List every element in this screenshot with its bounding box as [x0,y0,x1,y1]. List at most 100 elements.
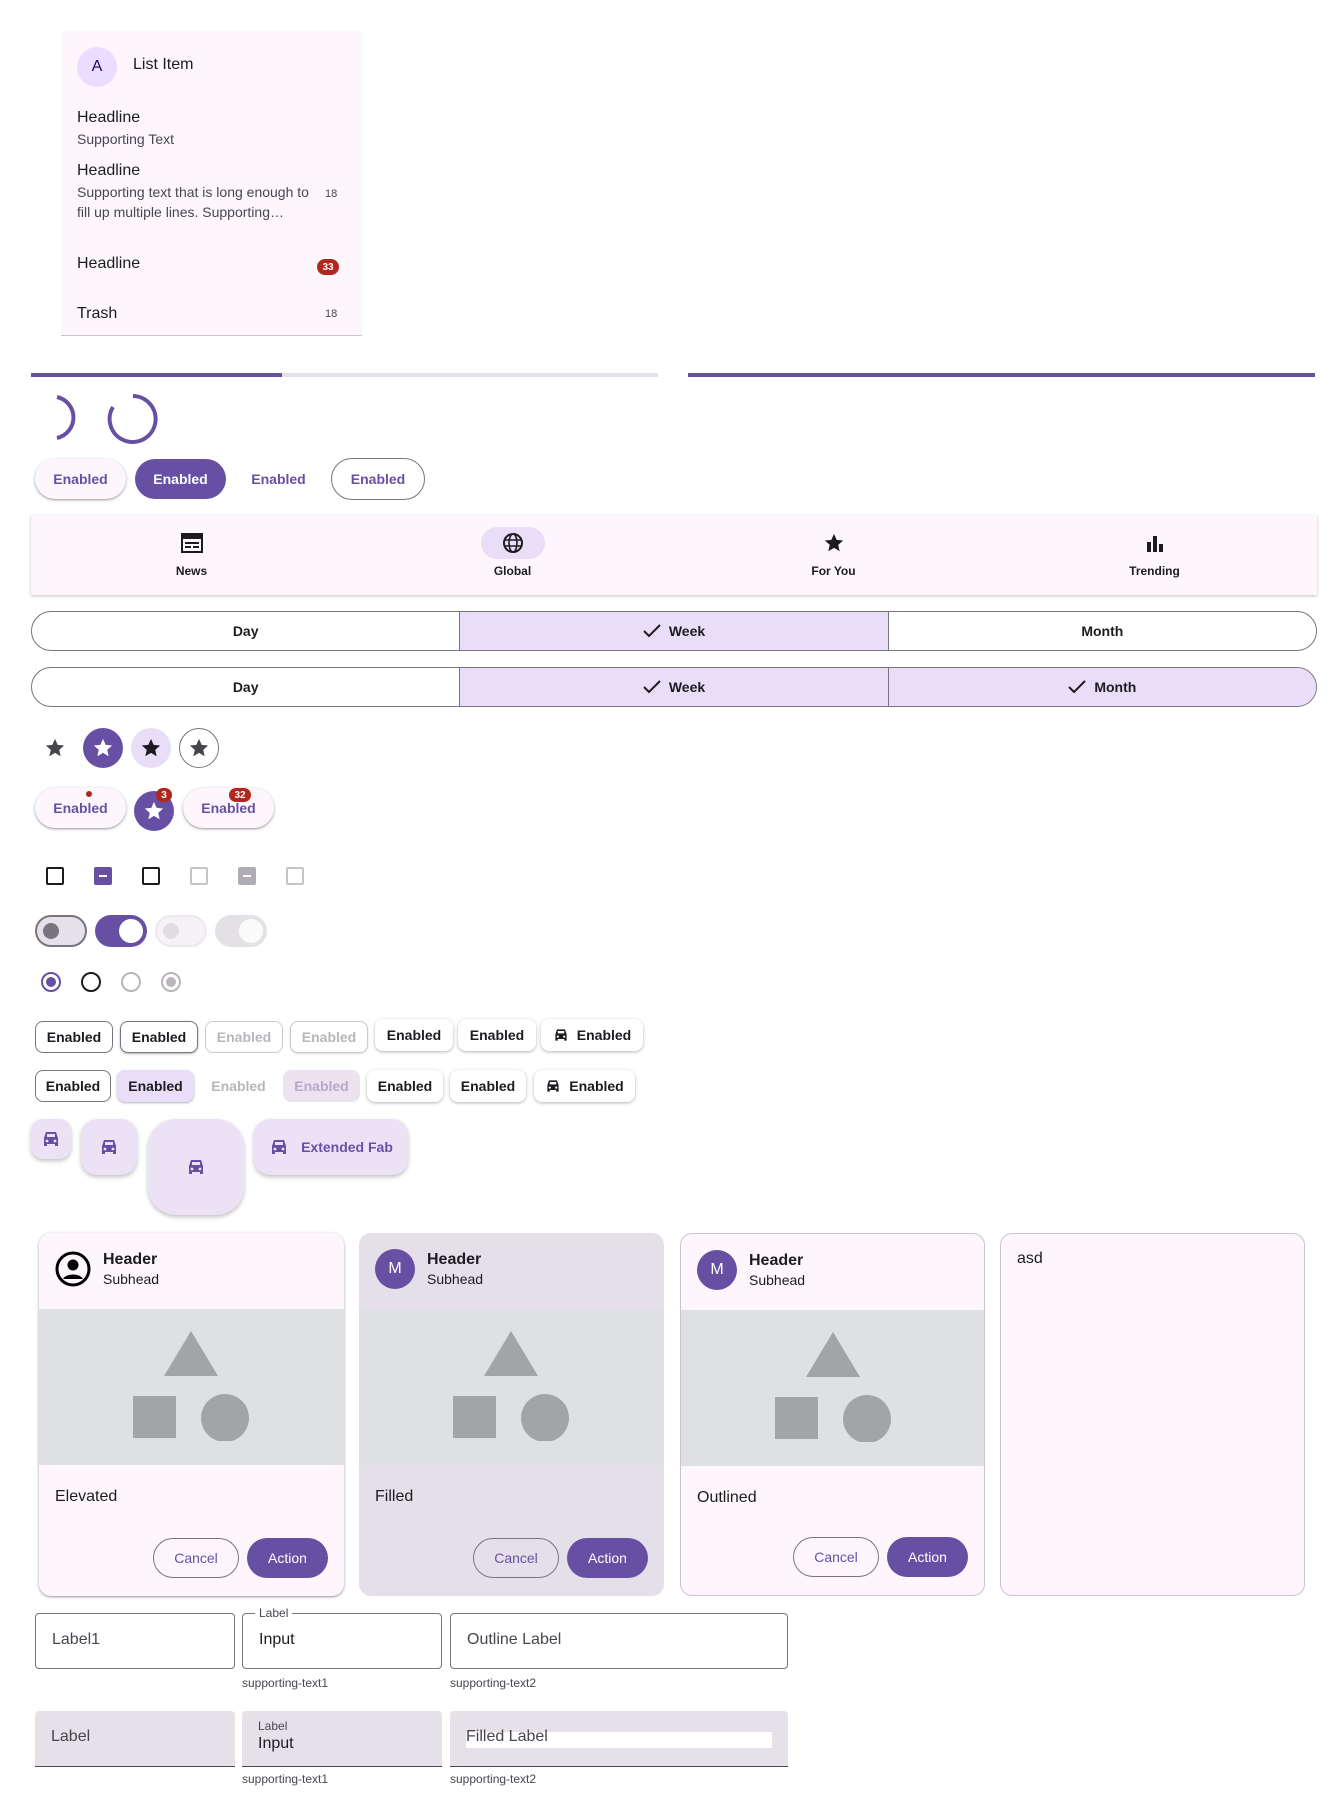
list-item[interactable]: A List Item [61,31,362,103]
action-button[interactable]: Action [247,1538,328,1578]
outlined-card[interactable]: M Header Subhead Outlined Cancel Action [680,1233,985,1596]
placeholder-shapes-icon [775,1332,891,1442]
segment-week[interactable]: Week [460,668,889,706]
segmented-button-single: Day Week Month [31,611,1317,651]
star-filled-icon-button[interactable] [83,728,123,768]
checkbox[interactable] [142,867,160,885]
nav-item-for-you[interactable]: For You [673,515,994,595]
segment-label: Day [232,679,259,695]
segment-month[interactable]: Month [888,668,1316,706]
checkbox-disabled [190,867,208,885]
outlined-text-field[interactable]: Label1 [35,1613,235,1669]
star-tonal-icon-button[interactable] [131,728,171,768]
elevated-card[interactable]: Header Subhead Elevated Cancel Action [39,1233,344,1596]
text-button[interactable]: Enabled [233,459,324,499]
star-outlined-icon-button[interactable] [179,728,219,768]
fab[interactable] [81,1119,137,1175]
check-icon [643,680,661,694]
card-media [681,1310,984,1466]
circular-progress [107,394,158,444]
star-icon [824,533,843,552]
elevated-filter-chip-with-icon[interactable]: Enabled [534,1070,635,1102]
extended-fab[interactable]: Extended Fab [254,1119,408,1175]
list-item-headline: Trash [77,305,118,322]
filter-chip[interactable]: Enabled [35,1070,111,1102]
nav-label: Global [493,564,532,578]
action-button[interactable]: Action [887,1537,968,1577]
switch-off-disabled [155,915,207,947]
filled-text-field[interactable]: Label [35,1711,235,1767]
linear-progress [31,373,658,377]
badge: 33 [317,259,339,275]
list-item[interactable]: Trash 18 [61,302,362,336]
text-field-value: Input [258,1735,294,1752]
elevated-chip[interactable]: Enabled [458,1019,536,1051]
outlined-text-field[interactable]: Label Input [242,1606,442,1669]
segment-label: Week [668,623,706,639]
nav-indicator [160,527,224,559]
filled-text-field[interactable]: Filled Label [450,1711,788,1767]
segment-month[interactable]: Month [889,612,1316,650]
switch-on-disabled [215,915,267,947]
star-icon [45,738,65,757]
list-item[interactable]: Headline Supporting text that is long en… [61,158,362,246]
assist-chip[interactable]: Enabled [120,1021,198,1053]
assist-chip[interactable]: Enabled [35,1021,113,1053]
nav-label: News [175,564,208,578]
linear-progress [688,373,1315,377]
taxi-icon [272,1140,287,1154]
filled-text-field[interactable]: Label Input [242,1711,442,1767]
nav-item-trending[interactable]: Trending [994,515,1315,595]
switch-on[interactable] [95,915,147,947]
taxi-icon [555,1029,567,1041]
elevated-chip-with-icon[interactable]: Enabled [541,1019,643,1051]
checkbox-indeterminate-disabled [238,867,256,885]
radio[interactable] [81,972,101,992]
checkbox-indeterminate[interactable] [94,867,112,885]
small-fab[interactable] [31,1119,71,1159]
star-icon [141,738,161,757]
badged-elevated-button[interactable]: Enabled [35,788,126,828]
text-card[interactable]: asd [1000,1233,1305,1596]
cancel-button[interactable]: Cancel [793,1537,879,1577]
action-button[interactable]: Action [567,1538,648,1578]
elevated-filter-chip[interactable]: Enabled [367,1070,443,1102]
cancel-button[interactable]: Cancel [153,1538,239,1578]
cancel-button[interactable]: Cancel [473,1538,559,1578]
supporting-text: supporting-text1 [242,1772,329,1786]
list-item[interactable]: Headline 33 [61,246,362,302]
segment-day[interactable]: Day [32,612,461,650]
card-body: Outlined [697,1489,757,1506]
large-fab[interactable] [148,1119,244,1215]
outlined-text-field[interactable]: Outline Label [450,1613,788,1669]
star-icon-button[interactable] [35,728,75,768]
checkbox-disabled [286,867,304,885]
filter-chip-selected[interactable]: Enabled [117,1070,194,1102]
card-media [39,1309,344,1465]
nav-item-news[interactable]: News [31,515,352,595]
checkbox[interactable] [46,867,64,885]
placeholder-shapes-icon [133,1331,249,1441]
badge: 32 [229,788,251,802]
star-icon [144,801,164,820]
outlined-button[interactable]: Enabled [331,458,425,500]
elevated-filter-chip[interactable]: Enabled [450,1070,526,1102]
card-media [359,1309,664,1465]
newspaper-icon [180,533,203,553]
filled-button[interactable]: Enabled [135,459,226,499]
switch-off[interactable] [35,915,87,947]
radio-selected[interactable] [41,972,61,992]
filled-card[interactable]: M Header Subhead Filled Cancel Action [359,1233,664,1596]
elevated-button[interactable]: Enabled [35,459,126,499]
list-item[interactable]: Headline Supporting Text [61,103,362,159]
list-item-supporting: Supporting text that is long enough to f… [77,184,309,220]
taxi-icon [189,1160,203,1174]
elevated-chip[interactable]: Enabled [375,1019,453,1051]
text-field-label: Label1 [52,1631,101,1648]
segment-day[interactable]: Day [32,668,461,706]
segment-week[interactable]: Week [460,612,889,650]
extended-fab-label: Extended Fab [301,1139,393,1155]
nav-item-global[interactable]: Global [352,515,673,595]
badge: 3 [156,788,172,802]
card-body: Elevated [55,1488,118,1505]
